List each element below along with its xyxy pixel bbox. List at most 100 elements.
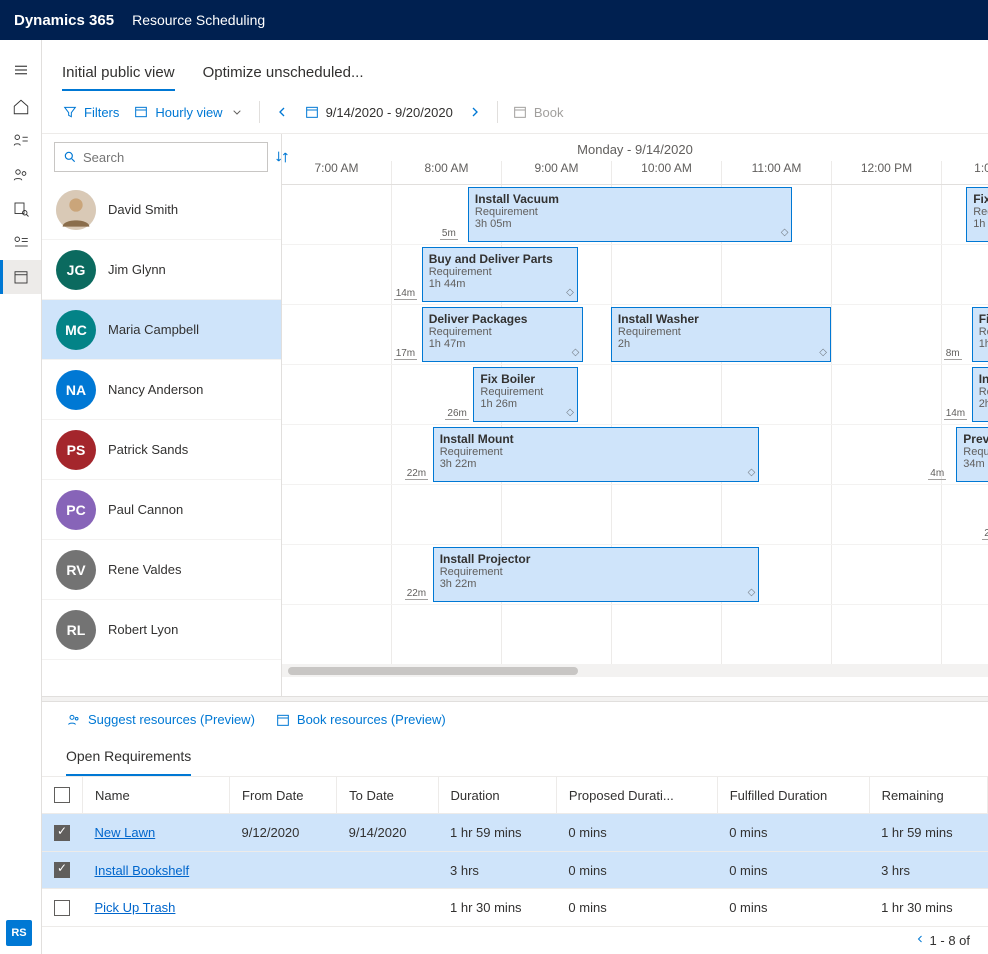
timeline-row[interactable]: 22mInstall MountRequirement3h 22m◇4mPrev… bbox=[282, 425, 988, 485]
hour-column-header: 7:00 AM bbox=[282, 161, 392, 184]
cell: 0 mins bbox=[717, 814, 869, 852]
search-icon bbox=[63, 150, 77, 164]
column-header[interactable]: Proposed Durati... bbox=[556, 776, 717, 814]
resource-row[interactable]: MCMaria Campbell bbox=[42, 300, 281, 360]
requirement-row[interactable]: New Lawn9/12/20209/14/20201 hr 59 mins0 … bbox=[42, 814, 988, 852]
people-list-icon[interactable] bbox=[0, 124, 41, 158]
hamburger-icon[interactable] bbox=[0, 50, 41, 90]
avatar: RV bbox=[56, 550, 96, 590]
resource-row[interactable]: David Smith bbox=[42, 180, 281, 240]
cell: 9/14/2020 bbox=[337, 814, 438, 852]
resource-row[interactable]: PSPatrick Sands bbox=[42, 420, 281, 480]
requirement-row[interactable]: Install Bookshelf3 hrs0 mins0 mins3 hrs bbox=[42, 851, 988, 889]
chevron-down-icon bbox=[229, 104, 245, 120]
hour-column-header: 10:00 AM bbox=[612, 161, 722, 184]
drive-time-label: 14m bbox=[394, 288, 417, 300]
app-badge[interactable]: RS bbox=[6, 920, 32, 946]
select-all-checkbox[interactable] bbox=[54, 787, 70, 803]
timeline-row[interactable]: 17m Deliver PackagesRequirement1h 47m◇ Ins… bbox=[282, 305, 988, 365]
booking-block[interactable]: Install ProjectorRequirement3h 22m◇ bbox=[433, 547, 760, 602]
cell: 1 hr 59 mins bbox=[438, 814, 556, 852]
tab-optimize-unscheduled[interactable]: Optimize unscheduled... bbox=[203, 64, 364, 91]
cell: 1 hr 30 mins bbox=[438, 889, 556, 927]
requirement-row[interactable]: Pick Up Trash1 hr 30 mins0 mins0 mins1 h… bbox=[42, 889, 988, 927]
timeline-row[interactable]: 14m Buy and Deliver PartsRequirement1h 44… bbox=[282, 245, 988, 305]
booking-block[interactable]: Install VacuumRequirement3h 05m◇ bbox=[468, 187, 793, 242]
booking-block[interactable]: PreventRequirement34m◇ bbox=[956, 427, 988, 482]
drive-time-label: 5m bbox=[440, 228, 458, 240]
date-picker-button[interactable]: 9/14/2020 - 9/20/2020 bbox=[304, 104, 453, 120]
timeline-row[interactable]: 22mInstall ProjectorRequirement3h 22m◇ bbox=[282, 545, 988, 605]
booking-block[interactable]: Fix WasherRequirement1h 03m◇ bbox=[966, 187, 988, 242]
drive-time-label: 26m bbox=[445, 408, 468, 420]
cell: 0 mins bbox=[717, 889, 869, 927]
calendar-icon[interactable] bbox=[0, 260, 41, 294]
row-checkbox[interactable] bbox=[54, 825, 70, 841]
avatar: NA bbox=[56, 370, 96, 410]
timeline-row[interactable]: 26m Fix BoilerRequirement1h 26m◇ 14m Instal… bbox=[282, 365, 988, 425]
booking-block[interactable]: Install MountRequirement3h 22m◇ bbox=[433, 427, 760, 482]
timeline-row[interactable]: 28m◇ bbox=[282, 485, 988, 545]
people-icon[interactable] bbox=[0, 158, 41, 192]
resource-row[interactable]: RVRene Valdes bbox=[42, 540, 281, 600]
app-header: Dynamics 365 Resource Scheduling bbox=[0, 0, 988, 40]
drag-icon: ◇ bbox=[572, 347, 580, 358]
drag-icon: ◇ bbox=[748, 467, 756, 478]
book-button: Book bbox=[512, 104, 564, 120]
booking-block[interactable]: Fix EngineRequirement1h 08m◇ bbox=[972, 307, 988, 362]
cell bbox=[230, 851, 337, 889]
tab-initial-public-view[interactable]: Initial public view bbox=[62, 64, 175, 91]
booking-block[interactable]: Install WasherRequirement2h◇ bbox=[611, 307, 831, 362]
booking-block[interactable]: Deliver PackagesRequirement1h 47m◇ bbox=[422, 307, 584, 362]
resource-row[interactable]: RLRobert Lyon bbox=[42, 600, 281, 660]
drag-icon: ◇ bbox=[819, 347, 827, 358]
avatar bbox=[56, 190, 96, 230]
requirement-name-link[interactable]: Pick Up Trash bbox=[95, 900, 176, 915]
filters-button[interactable]: Filters bbox=[62, 104, 119, 120]
search-list-icon[interactable] bbox=[0, 192, 41, 226]
timeline-row[interactable]: 5m Install VacuumRequirement3h 05m◇ Fix Wa… bbox=[282, 185, 988, 245]
resource-row[interactable]: PCPaul Cannon bbox=[42, 480, 281, 540]
booking-block[interactable]: Fix BoilerRequirement1h 26m◇ bbox=[473, 367, 578, 422]
drag-icon: ◇ bbox=[781, 227, 789, 238]
home-icon[interactable] bbox=[0, 90, 41, 124]
timeline-row[interactable] bbox=[282, 605, 988, 665]
drag-icon: ◇ bbox=[566, 407, 574, 418]
column-header[interactable]: Fulfilled Duration bbox=[717, 776, 869, 814]
column-header[interactable]: Duration bbox=[438, 776, 556, 814]
column-header[interactable]: Name bbox=[83, 776, 230, 814]
people-lines-icon[interactable] bbox=[0, 226, 41, 260]
avatar: RL bbox=[56, 610, 96, 650]
resource-name: Jim Glynn bbox=[108, 262, 166, 277]
requirement-name-link[interactable]: Install Bookshelf bbox=[95, 863, 190, 878]
hourly-view-dropdown[interactable]: Hourly view bbox=[133, 104, 244, 120]
resource-search-input[interactable] bbox=[54, 142, 268, 172]
avatar: PS bbox=[56, 430, 96, 470]
requirement-name-link[interactable]: New Lawn bbox=[95, 825, 156, 840]
drive-time-label: 14m bbox=[944, 408, 967, 420]
row-checkbox[interactable] bbox=[54, 900, 70, 916]
resource-row[interactable]: NANancy Anderson bbox=[42, 360, 281, 420]
column-header[interactable]: From Date bbox=[230, 776, 337, 814]
view-mode-label: Hourly view bbox=[155, 105, 222, 120]
drive-time-label: 17m bbox=[394, 348, 417, 360]
cell bbox=[230, 889, 337, 927]
pager-prev-icon[interactable] bbox=[914, 933, 926, 945]
open-requirements-tab[interactable]: Open Requirements bbox=[66, 738, 191, 776]
search-field[interactable] bbox=[83, 150, 259, 165]
horizontal-scrollbar[interactable] bbox=[282, 665, 988, 677]
column-header[interactable]: To Date bbox=[337, 776, 438, 814]
date-prev-button[interactable] bbox=[274, 104, 290, 120]
resource-row[interactable]: JGJim Glynn bbox=[42, 240, 281, 300]
booking-block[interactable]: Buy and Deliver PartsRequirement1h 44m◇ bbox=[422, 247, 578, 302]
cell: 3 hrs bbox=[869, 851, 987, 889]
row-checkbox[interactable] bbox=[54, 862, 70, 878]
book-resources-button[interactable]: Book resources (Preview) bbox=[275, 712, 446, 728]
suggest-resources-button[interactable]: Suggest resources (Preview) bbox=[66, 712, 255, 728]
column-header[interactable]: Remaining bbox=[869, 776, 987, 814]
cell: 0 mins bbox=[556, 814, 717, 852]
timeline-grid[interactable]: Monday - 9/14/2020 7:00 AM8:00 AM9:00 AM… bbox=[282, 134, 988, 696]
booking-block[interactable]: InstallRequirement2h 14m◇ bbox=[972, 367, 988, 422]
date-next-button[interactable] bbox=[467, 104, 483, 120]
hour-column-header: 11:00 AM bbox=[722, 161, 832, 184]
